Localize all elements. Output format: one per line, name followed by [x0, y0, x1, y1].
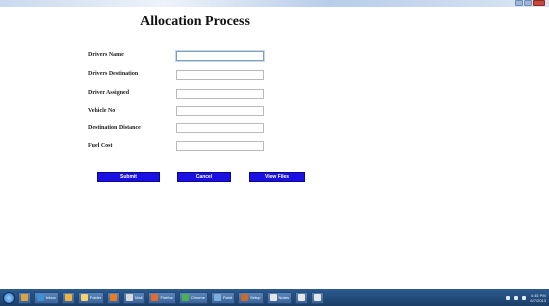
submit-button[interactable]: Submit [97, 172, 160, 182]
taskbar-item[interactable] [61, 291, 75, 304]
taskbar-item[interactable] [18, 291, 31, 304]
window-titlebar [0, 0, 549, 7]
taskbar-item[interactable] [310, 291, 324, 304]
vehicle-no-input[interactable] [176, 106, 264, 116]
app-icon [269, 294, 277, 301]
taskbar-item[interactable]: Setup [238, 291, 264, 304]
taskbar-item[interactable]: Paint [210, 291, 236, 304]
taskbar-item[interactable]: Firefox [148, 291, 176, 304]
taskbar-item[interactable]: Notes [266, 291, 292, 304]
taskbar-item-label: Setup [250, 295, 261, 300]
destination-distance-input[interactable] [176, 123, 264, 133]
app-icon [21, 294, 28, 301]
label-vehicle-no: Vehicle No [88, 108, 116, 114]
maximize-icon[interactable] [524, 0, 532, 6]
app-icon [126, 294, 134, 301]
app-icon [181, 294, 189, 301]
view-files-button[interactable]: View Files [249, 172, 305, 182]
app-icon [313, 294, 321, 301]
taskbar-item[interactable]: Inbox [34, 291, 59, 304]
app-icon [64, 294, 72, 301]
flag-icon[interactable] [522, 295, 527, 300]
app-icon [80, 294, 88, 301]
minimize-icon[interactable] [515, 0, 523, 6]
taskbar-item[interactable] [107, 291, 121, 304]
taskbar-item[interactable] [294, 291, 308, 304]
taskbar-item[interactable]: Chrome [178, 291, 208, 304]
app-icon [241, 294, 249, 301]
app-icon [110, 294, 118, 301]
taskbar-item-label: Inbox [46, 295, 56, 300]
app-icon [151, 294, 159, 301]
label-fuel-cost: Fuel Cost [88, 143, 113, 149]
clock[interactable]: 4:45 PM 6/7/2013 [530, 293, 546, 303]
page-title: Allocation Process [140, 14, 250, 29]
network-icon[interactable] [506, 295, 511, 300]
taskbar-item-label: Notes [278, 295, 289, 300]
volume-icon[interactable] [514, 295, 519, 300]
label-drivers-name: Drivers Name [88, 52, 124, 58]
fuel-cost-input[interactable] [176, 141, 264, 151]
taskbar-item-label: Chrome [190, 295, 205, 300]
app-icon [297, 294, 305, 301]
label-driver-assigned: Driver Assigned [88, 90, 130, 96]
label-destination-distance: Destination Distance [88, 125, 141, 131]
taskbar-item-label: Mail [135, 295, 143, 300]
app-icon [37, 294, 44, 301]
taskbar-item-label: Firefox [160, 295, 173, 300]
taskbar: Inbox Folder Mail Firefox Chrome Paint Setup No… [0, 289, 549, 306]
taskbar-items: Inbox Folder Mail Firefox Chrome Paint Setup No… [18, 291, 324, 304]
cancel-button[interactable]: Cancel [177, 172, 231, 182]
system-tray: 4:45 PM 6/7/2013 [506, 291, 546, 304]
window-controls [515, 0, 545, 7]
drivers-destination-input[interactable] [176, 70, 264, 80]
taskbar-item[interactable]: Folder [77, 291, 105, 304]
taskbar-item-label: Folder [89, 295, 102, 300]
close-icon[interactable] [533, 0, 545, 6]
taskbar-item-label: Paint [222, 295, 233, 300]
clock-date: 6/7/2013 [530, 297, 546, 303]
app-icon [213, 294, 221, 301]
start-button[interactable] [3, 291, 15, 304]
label-drivers-destination: Drivers Destination [88, 71, 139, 77]
taskbar-item[interactable]: Mail [123, 291, 146, 304]
drivers-name-input[interactable] [176, 51, 264, 61]
driver-assigned-input[interactable] [176, 89, 264, 99]
